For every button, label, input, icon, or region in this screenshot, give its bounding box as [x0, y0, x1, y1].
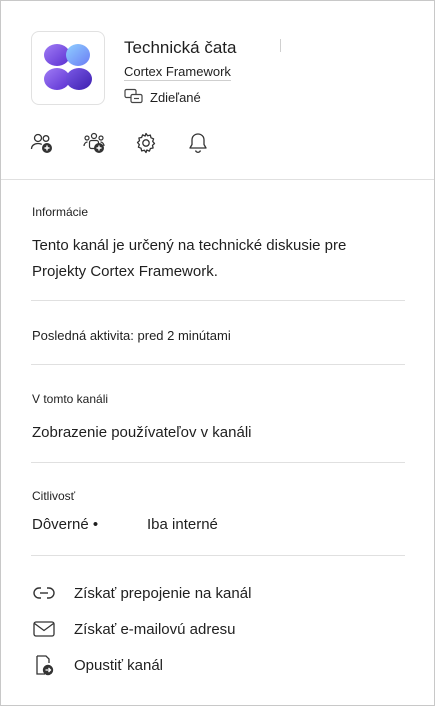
link-icon: [32, 582, 55, 604]
team-logo: [31, 31, 105, 105]
shared-label: Zdieľané: [150, 90, 201, 105]
framework-name[interactable]: Cortex Framework: [124, 64, 231, 81]
leave-channel-label: Opustiť kanál: [74, 656, 164, 674]
shared-indicator: Zdieľané: [124, 88, 201, 107]
last-activity: Posledná aktivita: pred 2 minútami: [32, 328, 231, 343]
get-channel-link-label: Získať prepojenie na kanál: [74, 584, 252, 602]
mail-icon: [32, 618, 55, 640]
section-divider: [31, 364, 405, 365]
add-member-icon[interactable]: [30, 131, 54, 155]
view-channel-users-link[interactable]: Zobrazenie používateľov v kanáli: [32, 424, 252, 441]
notifications-icon[interactable]: [186, 131, 210, 155]
get-channel-link-button[interactable]: Získať prepojenie na kanál: [32, 582, 251, 604]
section-divider: [31, 555, 405, 556]
channel-toolbar: [30, 131, 210, 155]
sensitivity-heading: Citlivosť: [32, 489, 76, 503]
settings-icon[interactable]: [134, 131, 158, 155]
team-logo-icon: [44, 44, 92, 90]
channel-info-panel: Technická čata Cortex Framework Zdieľané: [0, 0, 435, 706]
leave-channel-button[interactable]: Opustiť kanál: [32, 654, 163, 676]
get-email-address-button[interactable]: Získať e-mailovú adresu: [32, 618, 236, 640]
get-email-address-label: Získať e-mailovú adresu: [74, 620, 236, 638]
title-divider: [280, 39, 281, 52]
manage-team-icon[interactable]: [82, 131, 106, 155]
channel-section-heading: V tomto kanáli: [32, 392, 109, 406]
section-divider: [31, 462, 405, 463]
channel-description: Tento kanál je určený na technické disku…: [32, 237, 347, 280]
shared-channel-icon: [124, 88, 143, 107]
sensitivity-scope: Iba interné: [147, 516, 218, 533]
sensitivity-level: Dôverné •: [32, 516, 99, 533]
info-heading: Informácie: [32, 205, 89, 219]
header-divider: [1, 179, 434, 180]
section-divider: [31, 300, 405, 301]
leave-icon: [32, 654, 55, 676]
team-name: Technická čata: [124, 38, 237, 57]
